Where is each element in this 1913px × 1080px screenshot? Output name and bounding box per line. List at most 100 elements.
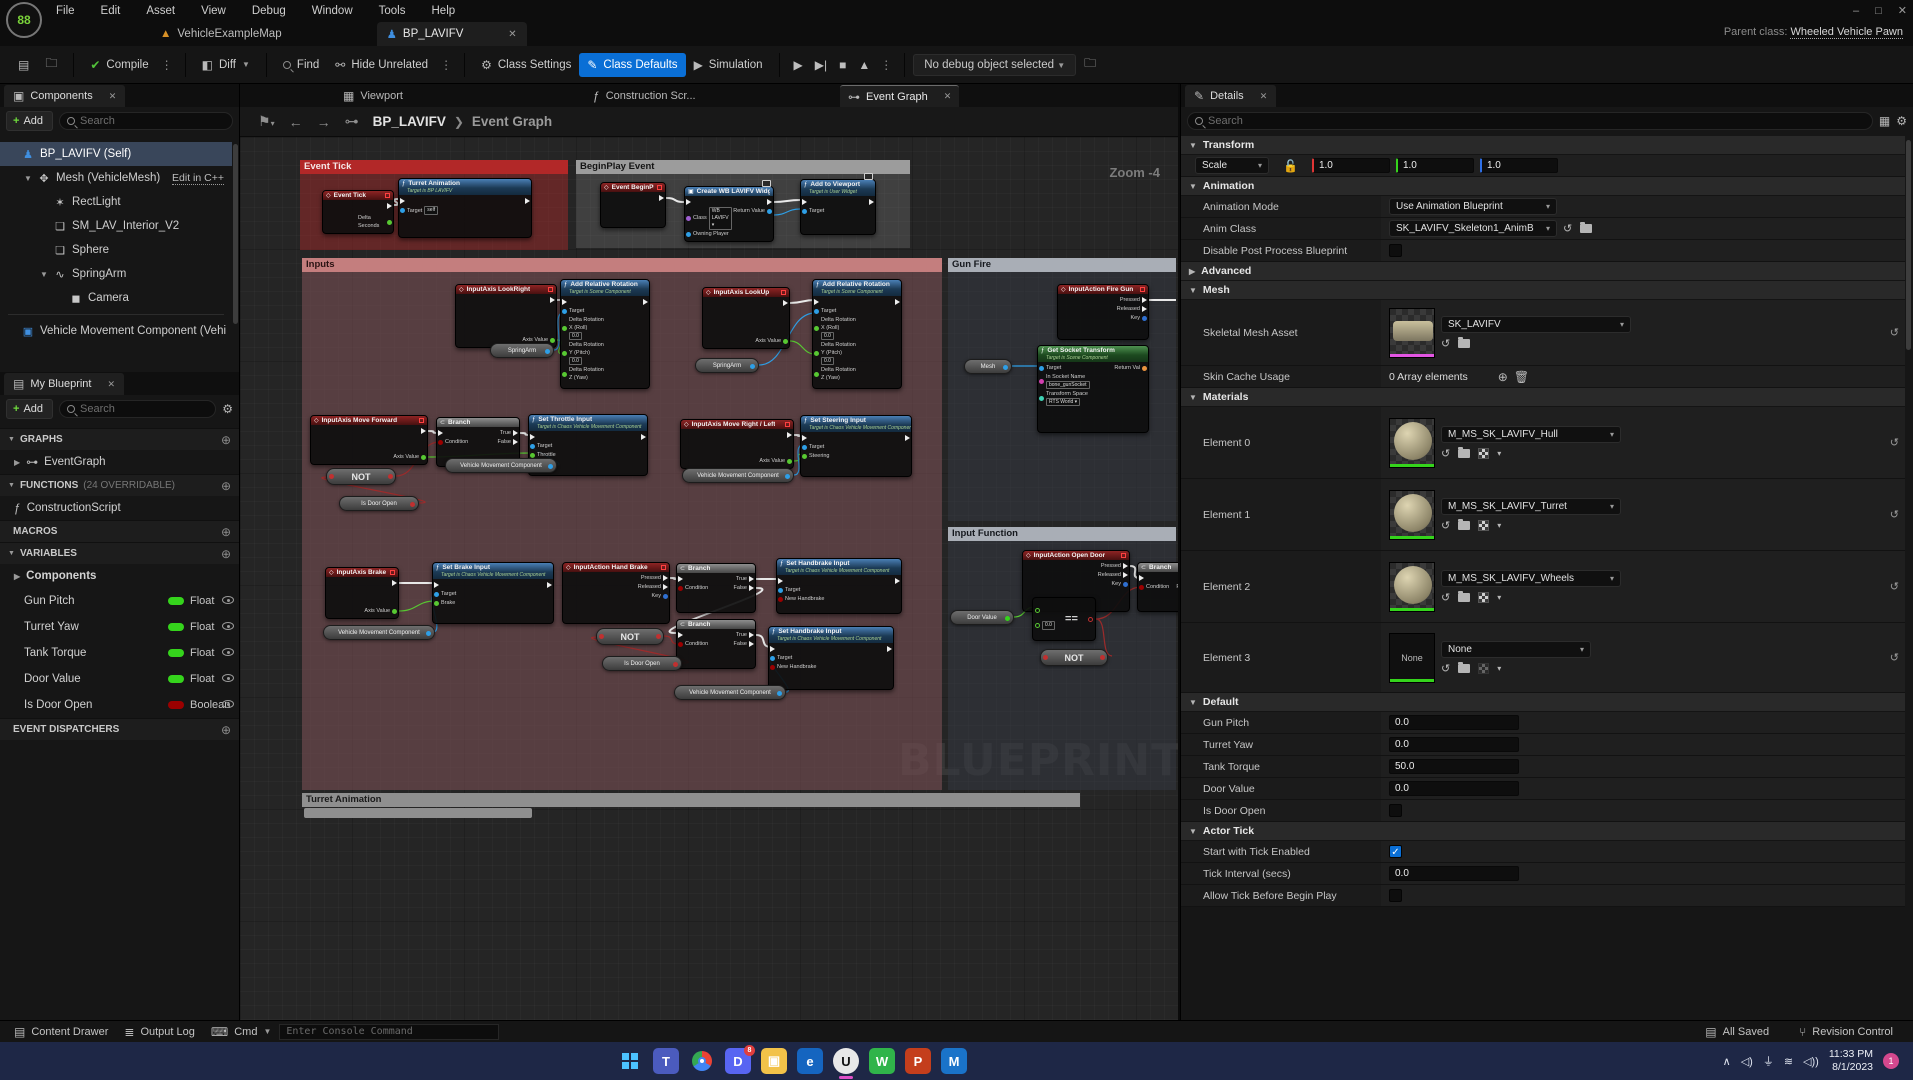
taskbar-mail[interactable]: M	[941, 1048, 967, 1074]
exec-pin[interactable]	[802, 199, 807, 205]
exec-pin[interactable]	[513, 439, 518, 445]
graph-tab-construction-scr[interactable]: ƒConstruction Scr...	[585, 85, 704, 107]
pill-is-door-open[interactable]: Is Door Open	[339, 496, 419, 511]
turret-yaw-input[interactable]: 0.0	[1389, 737, 1519, 752]
add-component-button[interactable]: +Add	[6, 111, 53, 131]
tree-item-camera[interactable]: ◼Camera	[0, 286, 232, 310]
add-icon[interactable]: ⊕	[221, 433, 231, 447]
variable-gun-pitch[interactable]: Gun PitchFloat	[0, 588, 239, 614]
compile-button[interactable]: ✔Compile	[82, 53, 156, 77]
taskbar-edge[interactable]: e	[797, 1048, 823, 1074]
menu-help[interactable]: Help	[432, 5, 456, 17]
close-icon[interactable]: ✕	[1260, 91, 1268, 102]
material-dropdown[interactable]: None▾	[1441, 641, 1591, 658]
reset-icon[interactable]: ↺	[1890, 436, 1899, 449]
exec-pin[interactable]	[678, 632, 683, 638]
exec-pin[interactable]	[663, 575, 668, 581]
node-[interactable]: 0.0==	[1032, 597, 1096, 641]
browse-icon[interactable]	[1580, 224, 1592, 233]
data-pin[interactable]	[1142, 316, 1147, 321]
pill-not[interactable]: NOT	[596, 628, 664, 645]
browse-icon[interactable]	[1458, 449, 1470, 458]
exec-pin[interactable]	[1123, 572, 1128, 578]
expander-arrow-icon[interactable]: ▼	[24, 174, 32, 183]
browse-icon[interactable]	[1458, 664, 1470, 673]
gear-icon[interactable]: ⚙	[1896, 114, 1907, 128]
breadcrumb-root[interactable]: BP_LAVIFV	[373, 114, 446, 129]
scale-x-input[interactable]: 1.0	[1312, 158, 1390, 173]
tab-bp-lavifv[interactable]: ♟ BP_LAVIFV ✕	[377, 22, 527, 46]
is-door-open-checkbox[interactable]	[1389, 804, 1402, 817]
diff-button[interactable]: ◧Diff▼	[194, 53, 258, 77]
add-element-icon[interactable]: ⊕	[1498, 370, 1508, 384]
exec-pin[interactable]	[438, 430, 443, 436]
eye-icon[interactable]	[222, 596, 234, 604]
stop-button[interactable]: ■	[833, 54, 852, 76]
node-branch-branch[interactable]: ⊂BranchConditionTrFal	[1137, 562, 1178, 612]
eject-button[interactable]: ▲	[852, 54, 876, 76]
highlight-icon[interactable]	[1478, 448, 1489, 459]
data-pin[interactable]	[1123, 582, 1128, 587]
exec-pin[interactable]	[749, 641, 754, 647]
use-selected-icon[interactable]: ↺	[1441, 662, 1450, 675]
node-get-socket-transform[interactable]: ƒGet Socket TransformTarget is Scene Com…	[1037, 345, 1149, 433]
node-event-tick[interactable]: ◇Event TickDelta Seconds	[322, 190, 394, 234]
tree-item-vehicle-movement-component-vehi[interactable]: ▣Vehicle Movement Component (Vehi	[0, 319, 232, 343]
data-pin[interactable]	[814, 351, 819, 356]
scale-dropdown[interactable]: Scale▾	[1195, 157, 1269, 174]
exec-pin[interactable]	[530, 434, 535, 440]
data-pin[interactable]	[1039, 366, 1044, 371]
graph-tab-event-graph[interactable]: ⊶Event Graph✕	[840, 85, 959, 107]
node-inputaxis-move-right-left[interactable]: ◇InputAxis Move Right / LeftAxis Value	[680, 419, 794, 469]
mic-icon[interactable]: ⏚	[1763, 1053, 1774, 1069]
add-icon[interactable]: ⊕	[221, 723, 231, 737]
save-button[interactable]: ▤	[10, 53, 37, 77]
material-dropdown[interactable]: M_MS_SK_LAVIFV_Hull▾	[1441, 426, 1621, 443]
browse-asset-button[interactable]: 🗀	[37, 49, 65, 80]
forward-arrow-icon[interactable]: →	[317, 114, 331, 130]
blueprint-item-eventgraph[interactable]: ▶⊶EventGraph	[0, 450, 239, 474]
node-set-handbrake-input[interactable]: ƒSet Handbrake InputTarget is Chaos Vehi…	[776, 558, 902, 614]
use-selected-icon[interactable]: ↺	[1563, 222, 1572, 235]
hide-unrelated-button[interactable]: ⚯Hide Unrelated	[327, 53, 436, 77]
data-pin[interactable]	[778, 597, 783, 602]
browse-icon[interactable]	[1458, 339, 1470, 348]
reset-icon[interactable]: ↺	[1890, 651, 1899, 664]
menu-debug[interactable]: Debug	[252, 5, 286, 17]
add-icon[interactable]: ⊕	[221, 525, 231, 539]
taskbar-teams[interactable]: T	[653, 1048, 679, 1074]
exec-pin[interactable]	[895, 299, 900, 305]
data-pin[interactable]	[678, 586, 683, 591]
compile-options-kebab[interactable]: ⋮	[157, 58, 177, 72]
section-event-dispatchers[interactable]: EVENT DISPATCHERS⊕	[0, 718, 239, 740]
data-pin[interactable]	[686, 232, 691, 237]
node-add-relative-rotation[interactable]: ƒAdd Relative RotationTarget is Scene Co…	[560, 279, 650, 389]
data-pin[interactable]	[1039, 379, 1044, 384]
close-icon[interactable]: ✕	[944, 91, 952, 102]
exec-pin[interactable]	[749, 585, 754, 591]
trash-icon[interactable]: 🗑	[1514, 370, 1529, 384]
node-inputaction-fire-gun[interactable]: ◇InputAction Fire GunPressedReleasedKey	[1057, 284, 1149, 340]
data-pin[interactable]	[392, 609, 397, 614]
data-pin[interactable]	[802, 454, 807, 459]
node-inputaxis-lookright[interactable]: ◇InputAxis LookRightAxis Value	[455, 284, 557, 348]
material-dropdown[interactable]: M_MS_SK_LAVIFV_Wheels▾	[1441, 570, 1621, 587]
pill-springarm[interactable]: SpringArm	[695, 358, 759, 373]
notification-badge[interactable]: 1	[1883, 1053, 1899, 1069]
start-with-tick-enabled-checkbox[interactable]: ✓	[1389, 845, 1402, 858]
details-section-default[interactable]: ▼Default	[1181, 693, 1905, 712]
components-panel-tab[interactable]: ▣Components✕	[4, 85, 125, 107]
variable-door-value[interactable]: Door ValueFloat	[0, 666, 239, 692]
anim-class-dropdown[interactable]: SK_LAVIFV_Skeleton1_AnimB▾	[1389, 220, 1557, 237]
exec-pin[interactable]	[392, 580, 397, 586]
material-thumbnail[interactable]	[1389, 562, 1435, 612]
menu-window[interactable]: Window	[312, 5, 353, 17]
details-search-input[interactable]: Search	[1187, 112, 1873, 130]
pill-not[interactable]: NOT	[326, 468, 396, 485]
add-blueprint-item-button[interactable]: +Add	[6, 399, 53, 419]
node-set-steering-input[interactable]: ƒSet Steering InputTarget is Chaos Vehic…	[800, 415, 912, 477]
taskbar-clock[interactable]: 11:33 PM8/1/2023	[1829, 1048, 1873, 1074]
exec-pin[interactable]	[1139, 575, 1144, 581]
tree-item-springarm[interactable]: ▼∿SpringArm	[0, 262, 232, 286]
reset-icon[interactable]: ↺	[1890, 508, 1899, 521]
